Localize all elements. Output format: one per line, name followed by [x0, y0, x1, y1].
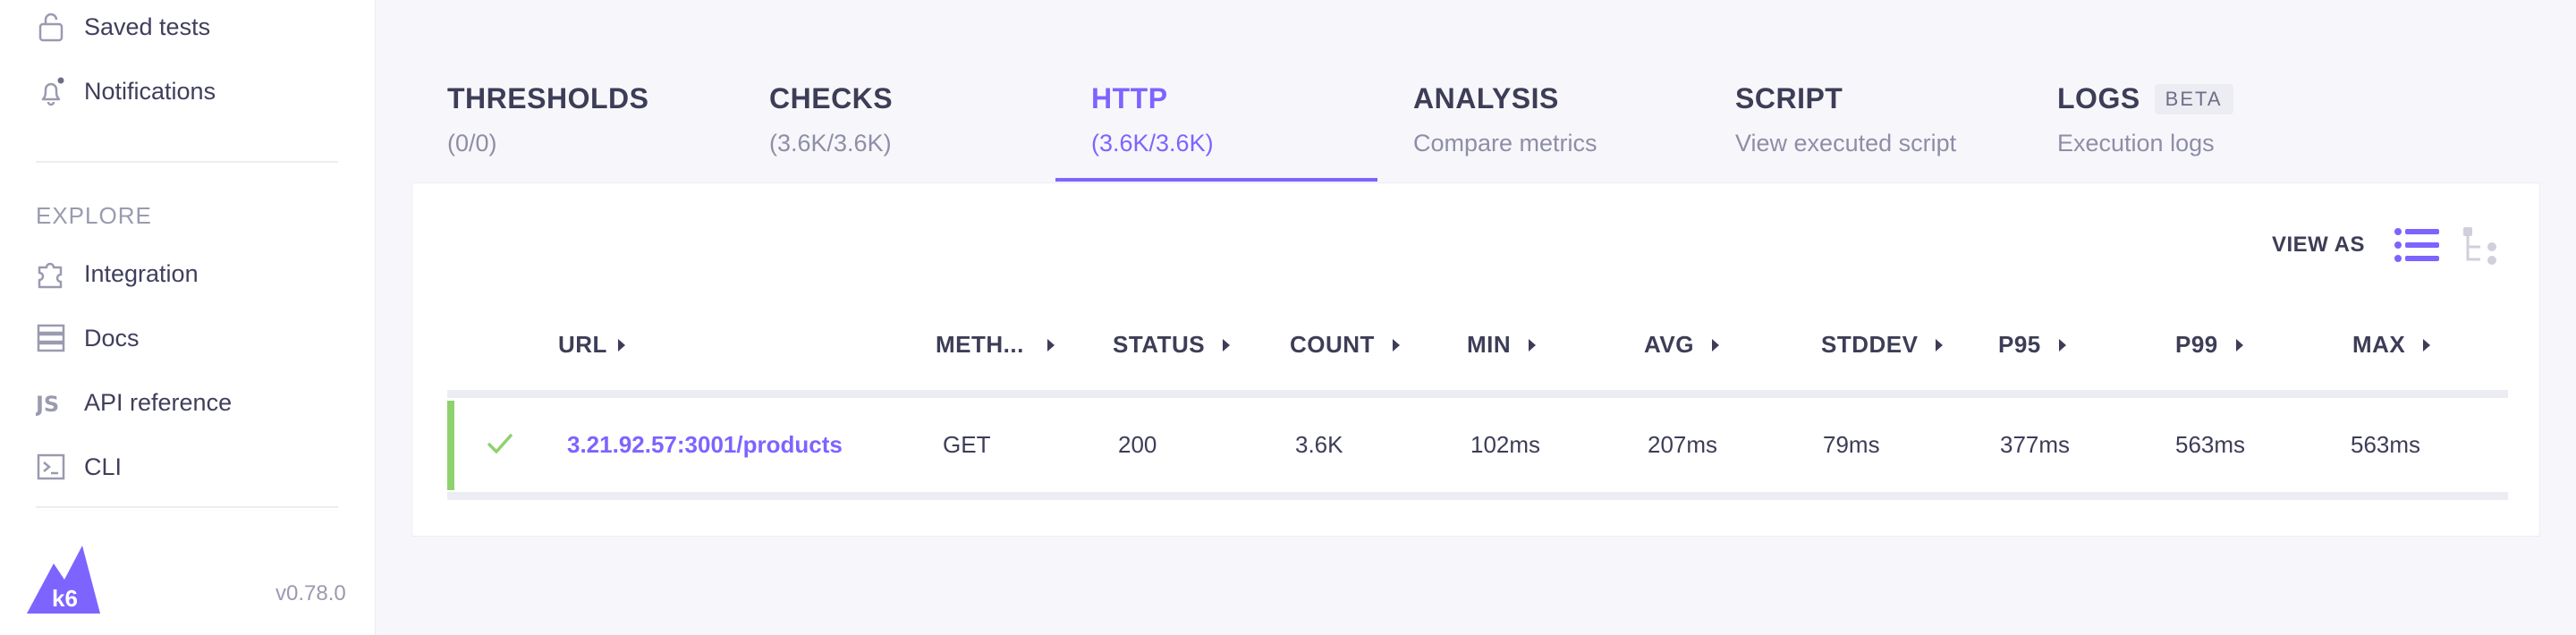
column-header-label: STDDEV — [1821, 331, 1919, 358]
tab-title: HTTP — [1091, 82, 1168, 114]
tab-subtitle: (3.6K/3.6K) — [769, 130, 892, 157]
sidebar-item-docs[interactable]: Docs — [36, 318, 140, 358]
column-header-count[interactable]: COUNT — [1290, 331, 1400, 359]
column-header-label: P99 — [2175, 331, 2218, 358]
column-header-label: MAX — [2352, 331, 2406, 358]
http-panel — [411, 182, 2540, 537]
k6-logo[interactable]: k6 — [27, 544, 100, 620]
sidebar-item-api-reference[interactable]: JS API reference — [36, 383, 232, 422]
sidebar-item-notifications[interactable]: Notifications — [36, 72, 216, 111]
column-header-status[interactable]: STATUS — [1113, 331, 1231, 359]
table-cell-p95: 377ms — [2000, 431, 2071, 458]
column-header-label: AVG — [1644, 331, 1694, 358]
tab-title: CHECKS — [769, 82, 894, 114]
tab-logs[interactable]: LOGS BETA Execution logs — [2057, 82, 2233, 182]
sidebar-divider — [36, 161, 338, 163]
list-view-icon — [2394, 228, 2439, 262]
tree-view-button[interactable] — [2462, 225, 2501, 271]
sidebar-item-saved-tests[interactable]: Saved tests — [36, 7, 210, 47]
bell-icon — [36, 76, 66, 106]
sort-caret-icon — [1392, 338, 1400, 351]
logo-text: k6 — [52, 585, 78, 612]
column-header-stddev[interactable]: STDDEV — [1821, 331, 1944, 359]
tab-subtitle: (3.6K/3.6K) — [1091, 130, 1214, 157]
column-header-avg[interactable]: AVG — [1644, 331, 1719, 359]
column-header-max[interactable]: MAX — [2352, 331, 2431, 359]
table-cell-stddev: 79ms — [1823, 431, 1880, 458]
column-header-method[interactable]: METH... — [936, 331, 1055, 359]
tab-checks[interactable]: CHECKS (3.6K/3.6K) — [769, 82, 893, 182]
sidebar: Saved tests Notifications EXPLORE Integr… — [0, 0, 376, 635]
svg-text:JS: JS — [36, 392, 59, 417]
version-label: v0.78.0 — [275, 581, 346, 605]
tree-view-icon — [2463, 227, 2496, 265]
explore-section-label: EXPLORE — [36, 202, 152, 229]
tab-analysis[interactable]: ANALYSIS Compare metrics — [1413, 82, 1597, 182]
tab-title: ANALYSIS — [1413, 82, 1559, 114]
column-header-url[interactable]: URL — [558, 331, 625, 359]
sidebar-item-label: CLI — [84, 453, 123, 480]
table-divider — [447, 492, 2508, 500]
column-header-p95[interactable]: P95 — [1998, 331, 2066, 359]
sort-caret-icon — [2235, 338, 2243, 351]
column-header-label: STATUS — [1113, 331, 1206, 358]
column-header-label: METH... — [936, 331, 1024, 358]
sort-caret-icon — [1711, 338, 1719, 351]
tab-title: THRESHOLDS — [447, 82, 649, 114]
beta-badge: BETA — [2154, 83, 2233, 114]
table-cell-p99: 563ms — [2175, 431, 2246, 458]
table-cell-count: 3.6K — [1295, 431, 1343, 458]
table-cell-method: GET — [943, 431, 991, 458]
sidebar-item-label: API reference — [84, 388, 233, 416]
column-header-label: MIN — [1467, 331, 1512, 358]
terminal-icon — [36, 452, 66, 482]
table-cell-max: 563ms — [2351, 431, 2421, 458]
sort-caret-icon — [1223, 338, 1231, 351]
sidebar-item-cli[interactable]: CLI — [36, 447, 122, 487]
column-header-label: URL — [558, 331, 607, 358]
puzzle-icon — [36, 258, 66, 289]
sidebar-item-label: Saved tests — [84, 13, 211, 40]
table-divider — [447, 390, 2508, 398]
tab-subtitle: View executed script — [1735, 130, 1957, 157]
tab-subtitle: Compare metrics — [1413, 130, 1597, 157]
column-header-p99[interactable]: P99 — [2175, 331, 2243, 359]
column-header-label: P95 — [1998, 331, 2041, 358]
sidebar-item-integration[interactable]: Integration — [36, 254, 199, 293]
row-status-indicator — [447, 401, 454, 490]
lock-icon — [36, 12, 66, 42]
sort-caret-icon — [1936, 338, 1944, 351]
sidebar-item-label: Integration — [84, 259, 199, 287]
sort-caret-icon — [2423, 338, 2431, 351]
tab-subtitle: (0/0) — [447, 130, 497, 157]
list-view-button[interactable] — [2394, 225, 2440, 269]
tab-http[interactable]: HTTP (3.6K/3.6K) — [1091, 82, 1214, 182]
tab-script[interactable]: SCRIPT View executed script — [1735, 82, 1956, 182]
tab-title: SCRIPT — [1735, 82, 1843, 114]
sort-caret-icon — [1046, 338, 1055, 351]
sort-caret-icon — [1529, 338, 1537, 351]
column-header-min[interactable]: MIN — [1467, 331, 1537, 359]
view-as-label: VIEW AS — [2272, 233, 2365, 257]
tab-subtitle: Execution logs — [2057, 130, 2215, 157]
docs-icon — [36, 323, 66, 353]
column-header-label: COUNT — [1290, 331, 1375, 358]
sidebar-item-label: Notifications — [84, 77, 216, 105]
table-cell-avg: 207ms — [1648, 431, 1718, 458]
active-tab-indicator — [1055, 178, 1377, 182]
tab-title-row: LOGS BETA — [2057, 82, 2233, 115]
check-icon — [487, 433, 513, 459]
table-cell-url[interactable]: 3.21.92.57:3001/products — [567, 431, 843, 459]
table-cell-status: 200 — [1118, 431, 1157, 458]
sort-caret-icon — [2058, 338, 2066, 351]
tab-title: LOGS — [2057, 82, 2140, 114]
tab-thresholds[interactable]: THRESHOLDS (0/0) — [447, 82, 648, 182]
sidebar-item-label: Docs — [84, 324, 140, 351]
sort-caret-icon — [617, 338, 625, 351]
table-cell-min: 102ms — [1470, 431, 1541, 458]
js-icon: JS — [36, 387, 66, 418]
sidebar-divider — [36, 506, 338, 508]
